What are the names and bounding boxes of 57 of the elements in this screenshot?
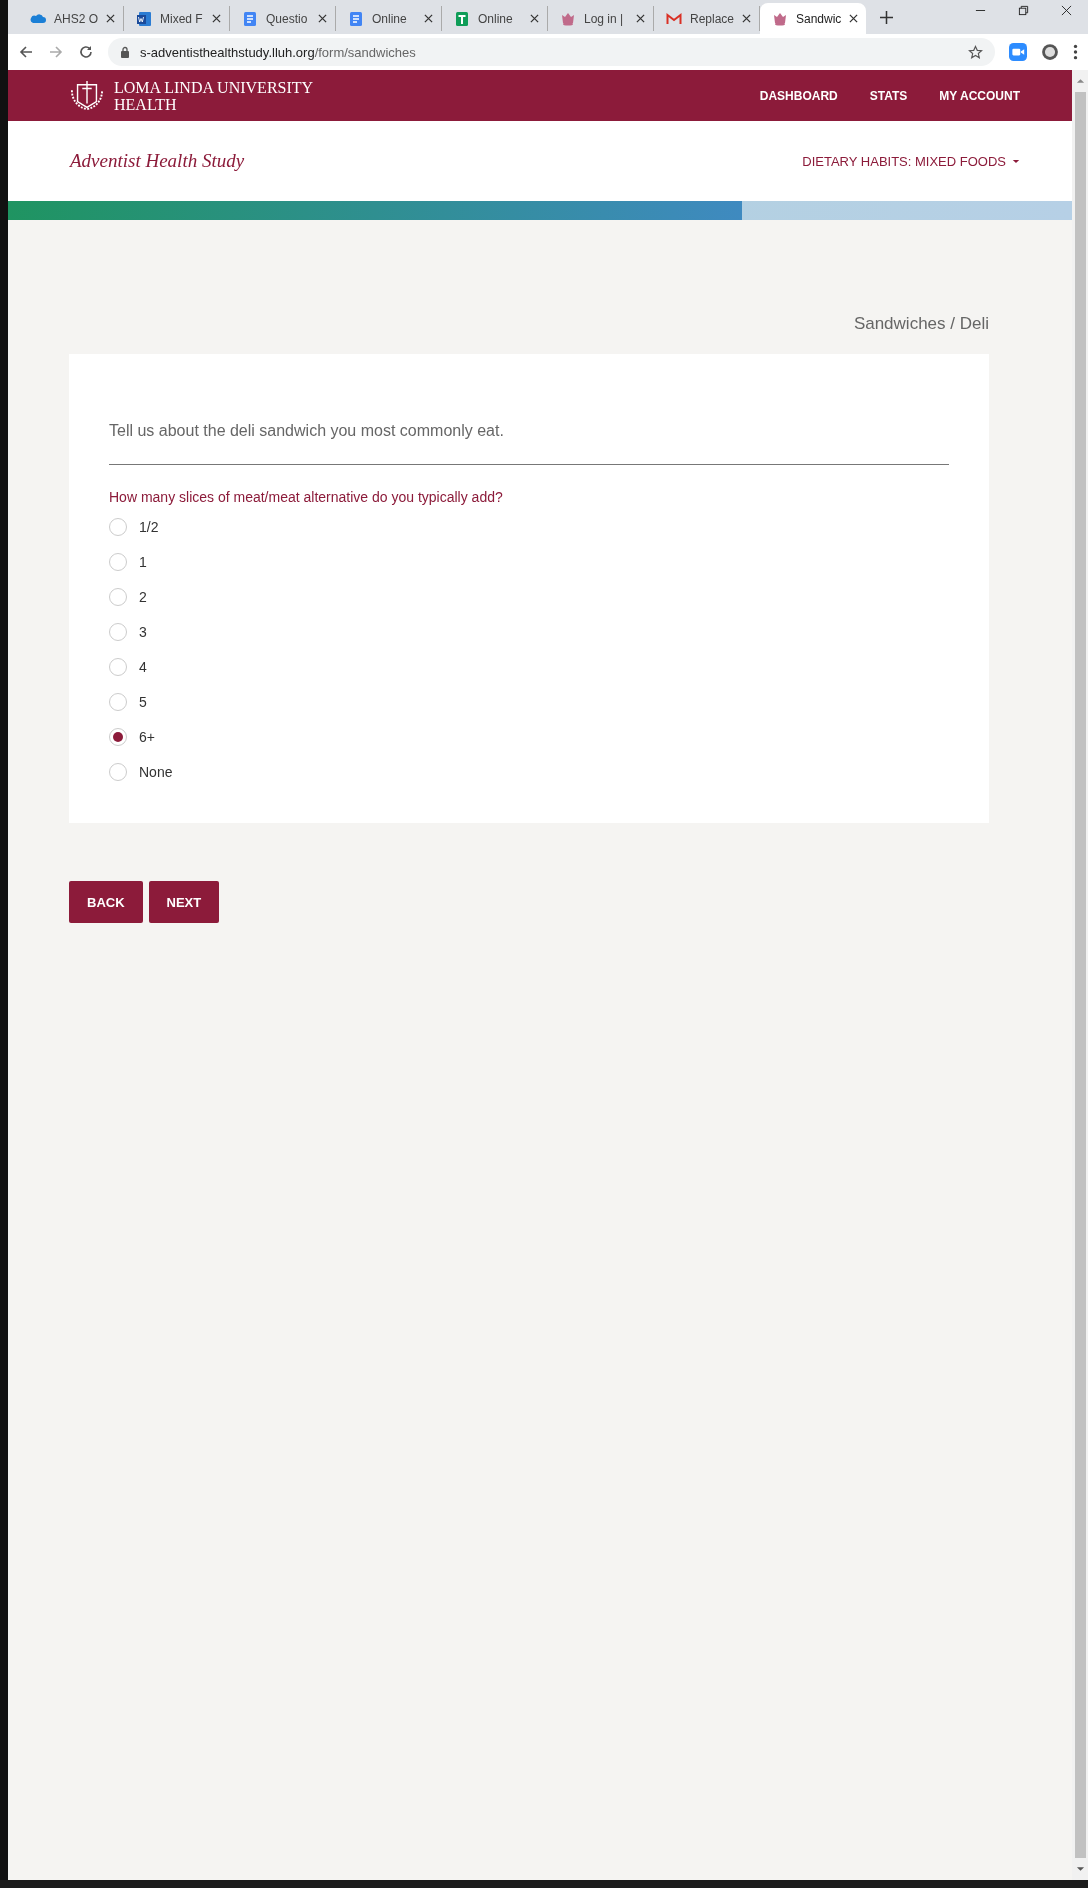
close-icon[interactable] (424, 14, 433, 23)
new-tab-icon[interactable] (880, 11, 893, 24)
option-label[interactable]: 3 (139, 623, 147, 640)
document-icon (348, 10, 364, 27)
option-label[interactable]: None (139, 763, 173, 780)
address-field[interactable]: s-adventisthealthstudy.lluh.org/form/sandwiches (108, 38, 995, 66)
option-label[interactable]: 5 (139, 693, 147, 710)
close-icon[interactable] (530, 14, 539, 23)
close-icon[interactable] (106, 14, 115, 23)
document-icon (242, 10, 258, 27)
option-label[interactable]: 1 (139, 553, 147, 570)
section-dropdown[interactable]: DIETARY HABITS: MIXED FOODS (802, 153, 1020, 169)
option-label[interactable]: 1/2 (139, 518, 159, 535)
close-icon[interactable] (849, 14, 859, 23)
reload-icon[interactable] (78, 44, 94, 60)
breadcrumb: Sandwiches / Deli (852, 314, 989, 334)
close-icon[interactable] (742, 14, 752, 23)
nav-link[interactable]: STATS (869, 88, 908, 103)
scroll-down-icon[interactable] (1075, 1866, 1085, 1872)
crest-logo-icon (68, 78, 106, 113)
scroll-up-icon[interactable] (1075, 78, 1085, 84)
document-icon (136, 10, 152, 27)
browser-tab[interactable]: Questio (230, 6, 336, 31)
study-title: Adventist Health Study (70, 150, 245, 172)
close-icon[interactable] (212, 14, 221, 23)
browser-tab[interactable]: Online (442, 6, 548, 31)
close-icon[interactable] (636, 14, 645, 23)
option-label[interactable]: 6+ (139, 728, 155, 745)
back-icon[interactable] (18, 44, 34, 60)
back-button[interactable]: BACK (69, 881, 143, 923)
video-camera-icon[interactable] (1009, 43, 1027, 61)
nav-link[interactable]: DASHBOARD (759, 88, 838, 103)
scrollbar[interactable] (1072, 70, 1088, 1880)
caret-icon (1012, 158, 1020, 164)
menu-icon[interactable] (1073, 43, 1078, 61)
star-icon[interactable] (968, 44, 983, 60)
spreadsheet-icon (454, 10, 470, 27)
browser-tab[interactable]: Log in | (548, 6, 654, 31)
close-icon[interactable] (1061, 4, 1072, 16)
lock-icon (120, 46, 130, 58)
option-label[interactable]: 4 (139, 658, 147, 675)
intro-text: Tell us about the deli sandwich you most commonly eat. (109, 422, 949, 465)
scrollbar-thumb[interactable] (1074, 92, 1086, 1858)
mail-icon (666, 10, 682, 27)
browser-tab[interactable]: Online (336, 6, 442, 31)
browser-tab[interactable]: Sandwic (760, 3, 866, 34)
university-logo-text: LOMA LINDA UNIVERSITY HEALTH (114, 78, 314, 113)
profile-icon[interactable] (1041, 43, 1059, 61)
close-icon[interactable] (318, 14, 327, 23)
url-text: s-adventisthealthstudy.lluh.org/form/sandwiches (140, 44, 417, 60)
restore-icon[interactable] (1018, 4, 1029, 16)
browser-tab[interactable]: Mixed F (124, 6, 230, 31)
nav-link[interactable]: MY ACCOUNT (939, 88, 1020, 103)
next-button[interactable]: NEXT (148, 881, 220, 923)
browser-tab[interactable]: AHS2 O (18, 6, 124, 31)
question-text: How many slices of meat/meat alternative do you typically add? (109, 489, 504, 505)
option-label[interactable]: 2 (139, 588, 147, 605)
